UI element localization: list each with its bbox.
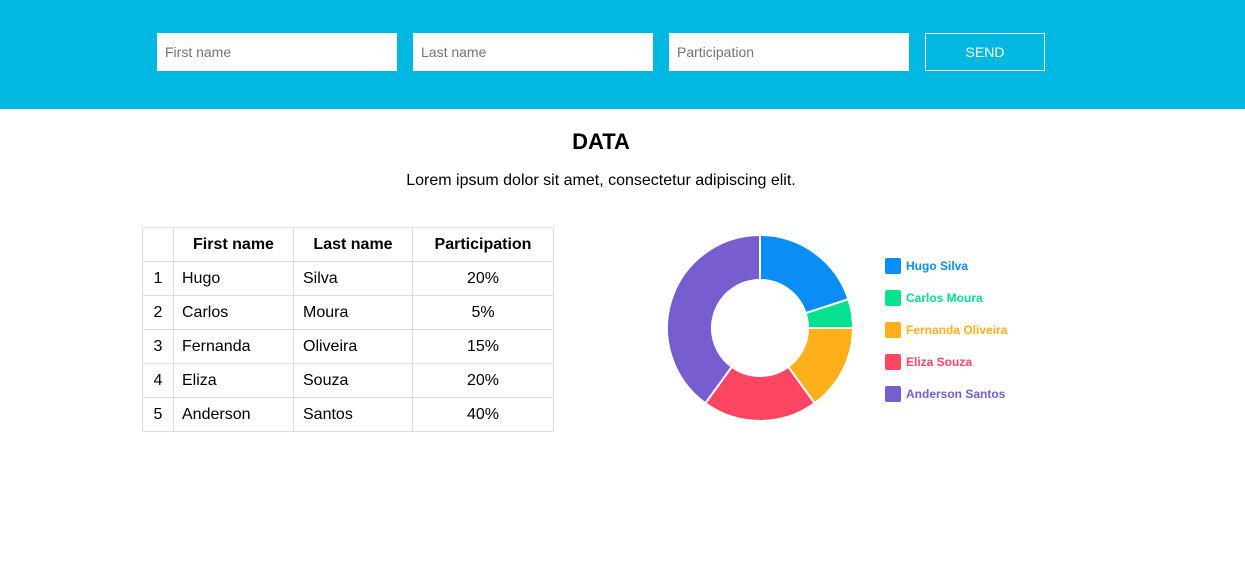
- row-first-name: Anderson: [173, 397, 294, 432]
- top-bar: SEND: [0, 0, 1245, 109]
- row-last-name: Oliveira: [293, 329, 413, 364]
- page-subtitle: Lorem ipsum dolor sit amet, consectetur …: [406, 172, 796, 189]
- row-first-name: Fernanda: [173, 329, 294, 364]
- row-participation: 40%: [412, 397, 554, 432]
- legend-item[interactable]: Eliza Souza: [885, 354, 1007, 386]
- row-first-name: Hugo: [173, 261, 294, 296]
- row-index: 5: [142, 397, 174, 432]
- legend-item[interactable]: Hugo Silva: [885, 258, 1007, 290]
- row-first-name: Eliza: [173, 363, 294, 398]
- legend-item[interactable]: Anderson Santos: [885, 386, 1007, 418]
- chart-legend: Hugo Silva Carlos Moura Fernanda Oliveira E…: [885, 258, 1007, 418]
- row-index: 2: [142, 295, 174, 330]
- legend-swatch: [885, 258, 901, 274]
- legend-label: Fernanda Oliveira: [906, 323, 1008, 337]
- row-last-name: Santos: [293, 397, 413, 432]
- participation-table: First name Last name Participation 1 Hug…: [142, 227, 554, 432]
- row-participation: 20%: [412, 261, 554, 296]
- table-header-first-name: First name: [173, 227, 294, 262]
- page-title: DATA: [572, 129, 630, 154]
- participation-donut-chart: [666, 233, 855, 422]
- row-index: 3: [142, 329, 174, 364]
- row-index: 4: [142, 363, 174, 398]
- row-last-name: Silva: [293, 261, 413, 296]
- row-participation: 20%: [412, 363, 554, 398]
- legend-swatch: [885, 322, 901, 338]
- legend-swatch: [885, 290, 901, 306]
- table-header-participation: Participation: [412, 227, 554, 262]
- table-header-row: First name Last name Participation: [142, 227, 554, 262]
- send-button[interactable]: SEND: [925, 33, 1045, 71]
- row-participation: 15%: [412, 329, 554, 364]
- legend-label: Eliza Souza: [906, 355, 973, 369]
- donut-slice-hugo-silva: [759, 233, 850, 315]
- legend-swatch: [885, 386, 901, 402]
- row-participation: 5%: [412, 295, 554, 330]
- row-last-name: Moura: [293, 295, 413, 330]
- participation-input[interactable]: [669, 33, 909, 71]
- row-last-name: Souza: [293, 363, 413, 398]
- legend-item[interactable]: Carlos Moura: [885, 290, 1007, 322]
- legend-item[interactable]: Fernanda Oliveira: [885, 322, 1007, 354]
- table-header-index: [142, 227, 174, 262]
- table-row: 3 Fernanda Oliveira 15%: [142, 329, 554, 364]
- legend-label: Carlos Moura: [906, 291, 983, 305]
- table-row: 5 Anderson Santos 40%: [142, 397, 554, 432]
- first-name-input[interactable]: [157, 33, 397, 71]
- legend-label: Anderson Santos: [906, 387, 1006, 401]
- table-header-last-name: Last name: [293, 227, 413, 262]
- row-first-name: Carlos: [173, 295, 294, 330]
- table-row: 4 Eliza Souza 20%: [142, 363, 554, 398]
- table-row: 2 Carlos Moura 5%: [142, 295, 554, 330]
- last-name-input[interactable]: [413, 33, 653, 71]
- legend-label: Hugo Silva: [906, 259, 969, 273]
- table-row: 1 Hugo Silva 20%: [142, 261, 554, 296]
- legend-swatch: [885, 354, 901, 370]
- row-index: 1: [142, 261, 174, 296]
